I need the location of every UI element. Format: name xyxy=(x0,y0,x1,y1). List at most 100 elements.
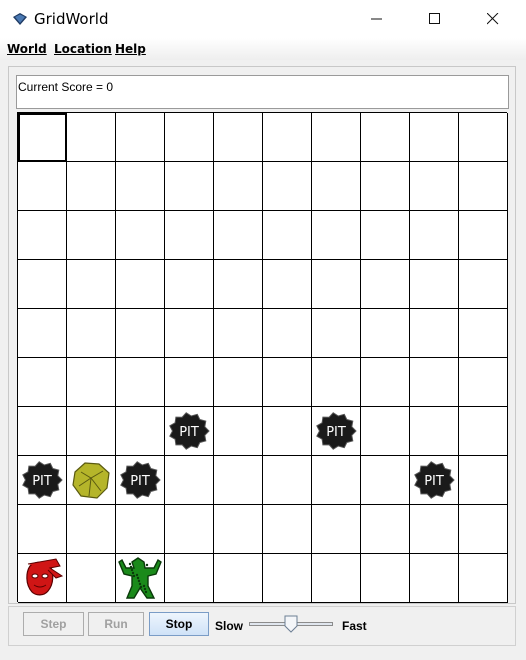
world-grid[interactable]: PIT PIT PIT PIT PIT xyxy=(17,112,508,603)
close-button[interactable] xyxy=(470,0,516,38)
grid-cell[interactable] xyxy=(214,505,263,554)
grid-cell[interactable] xyxy=(116,407,165,456)
minimize-button[interactable] xyxy=(354,0,400,38)
grid-cell[interactable] xyxy=(165,113,214,162)
grid-cell[interactable] xyxy=(214,211,263,260)
grid-cell[interactable] xyxy=(116,162,165,211)
grid-cell[interactable] xyxy=(67,505,116,554)
speed-slider-thumb[interactable] xyxy=(284,615,298,633)
grid-cell[interactable] xyxy=(18,505,67,554)
grid-cell[interactable] xyxy=(459,407,508,456)
grid-cell[interactable] xyxy=(67,162,116,211)
grid-cell[interactable] xyxy=(312,162,361,211)
grid-cell[interactable] xyxy=(214,113,263,162)
grid-cell[interactable] xyxy=(214,260,263,309)
grid-cell[interactable] xyxy=(361,456,410,505)
grid-cell[interactable] xyxy=(361,162,410,211)
grid-cell[interactable] xyxy=(410,407,459,456)
grid-cell[interactable] xyxy=(459,554,508,603)
grid-cell[interactable] xyxy=(263,456,312,505)
grid-cell[interactable] xyxy=(214,554,263,603)
grid-cell[interactable] xyxy=(361,407,410,456)
grid-cell[interactable] xyxy=(116,260,165,309)
grid-cell[interactable] xyxy=(361,260,410,309)
grid-cell[interactable] xyxy=(116,309,165,358)
grid-cell[interactable] xyxy=(459,260,508,309)
grid-cell[interactable] xyxy=(312,456,361,505)
grid-cell[interactable] xyxy=(165,309,214,358)
grid-cell[interactable] xyxy=(410,309,459,358)
grid-cell[interactable] xyxy=(459,211,508,260)
grid-cell[interactable] xyxy=(263,505,312,554)
grid-cell[interactable] xyxy=(459,309,508,358)
grid-cell[interactable] xyxy=(312,505,361,554)
grid-cell[interactable] xyxy=(67,211,116,260)
grid-cell[interactable] xyxy=(263,113,312,162)
grid-cell[interactable] xyxy=(312,211,361,260)
grid-cell[interactable] xyxy=(116,211,165,260)
grid-cell[interactable] xyxy=(312,358,361,407)
grid-cell[interactable] xyxy=(361,554,410,603)
grid-cell[interactable] xyxy=(165,162,214,211)
menu-world[interactable]: World xyxy=(7,42,47,56)
grid-cell[interactable] xyxy=(263,211,312,260)
maximize-button[interactable] xyxy=(412,0,458,38)
grid-cell[interactable] xyxy=(116,358,165,407)
grid-cell[interactable] xyxy=(410,211,459,260)
grid-cell[interactable] xyxy=(18,260,67,309)
grid-cell[interactable] xyxy=(263,407,312,456)
grid-cell[interactable] xyxy=(312,260,361,309)
grid-cell[interactable] xyxy=(67,358,116,407)
grid-cell[interactable] xyxy=(67,407,116,456)
grid-cell[interactable] xyxy=(410,113,459,162)
grid-cell[interactable] xyxy=(165,211,214,260)
grid-cell[interactable] xyxy=(410,505,459,554)
grid-cell[interactable] xyxy=(165,554,214,603)
menu-help[interactable]: Help xyxy=(115,42,146,56)
run-button[interactable]: Run xyxy=(88,612,144,636)
grid-cell[interactable] xyxy=(214,309,263,358)
grid-cell[interactable] xyxy=(459,113,508,162)
grid-cell[interactable] xyxy=(459,358,508,407)
grid-cell[interactable] xyxy=(263,162,312,211)
step-button[interactable]: Step xyxy=(23,612,84,636)
grid-cell[interactable] xyxy=(410,554,459,603)
grid-cell[interactable] xyxy=(214,456,263,505)
grid-cell[interactable] xyxy=(18,113,67,162)
stop-button[interactable]: Stop xyxy=(149,612,209,636)
grid-cell[interactable] xyxy=(18,211,67,260)
grid-cell[interactable] xyxy=(312,309,361,358)
grid-cell[interactable] xyxy=(361,113,410,162)
grid-cell[interactable] xyxy=(67,309,116,358)
grid-cell[interactable] xyxy=(18,407,67,456)
grid-cell[interactable] xyxy=(165,505,214,554)
grid-cell[interactable] xyxy=(67,113,116,162)
grid-cell[interactable] xyxy=(410,260,459,309)
grid-cell[interactable] xyxy=(263,309,312,358)
grid-cell[interactable] xyxy=(165,260,214,309)
grid-cell[interactable] xyxy=(214,358,263,407)
grid-cell[interactable] xyxy=(116,505,165,554)
grid-cell[interactable] xyxy=(263,358,312,407)
grid-cell[interactable] xyxy=(67,260,116,309)
grid-cell[interactable] xyxy=(214,162,263,211)
grid-cell[interactable] xyxy=(263,260,312,309)
grid-cell[interactable] xyxy=(18,358,67,407)
grid-cell[interactable] xyxy=(361,505,410,554)
grid-cell[interactable] xyxy=(116,113,165,162)
grid-cell[interactable] xyxy=(263,554,312,603)
grid-cell[interactable] xyxy=(165,456,214,505)
grid-cell[interactable] xyxy=(459,505,508,554)
grid-cell[interactable] xyxy=(410,162,459,211)
grid-cell[interactable] xyxy=(410,358,459,407)
grid-cell[interactable] xyxy=(361,309,410,358)
grid-cell[interactable] xyxy=(361,358,410,407)
grid-cell[interactable] xyxy=(459,456,508,505)
grid-cell[interactable] xyxy=(312,554,361,603)
grid-cell[interactable] xyxy=(361,211,410,260)
grid-cell[interactable] xyxy=(18,309,67,358)
grid-cell[interactable] xyxy=(165,358,214,407)
grid-cell[interactable] xyxy=(214,407,263,456)
menu-location[interactable]: Location xyxy=(54,42,112,56)
grid-cell[interactable] xyxy=(312,113,361,162)
